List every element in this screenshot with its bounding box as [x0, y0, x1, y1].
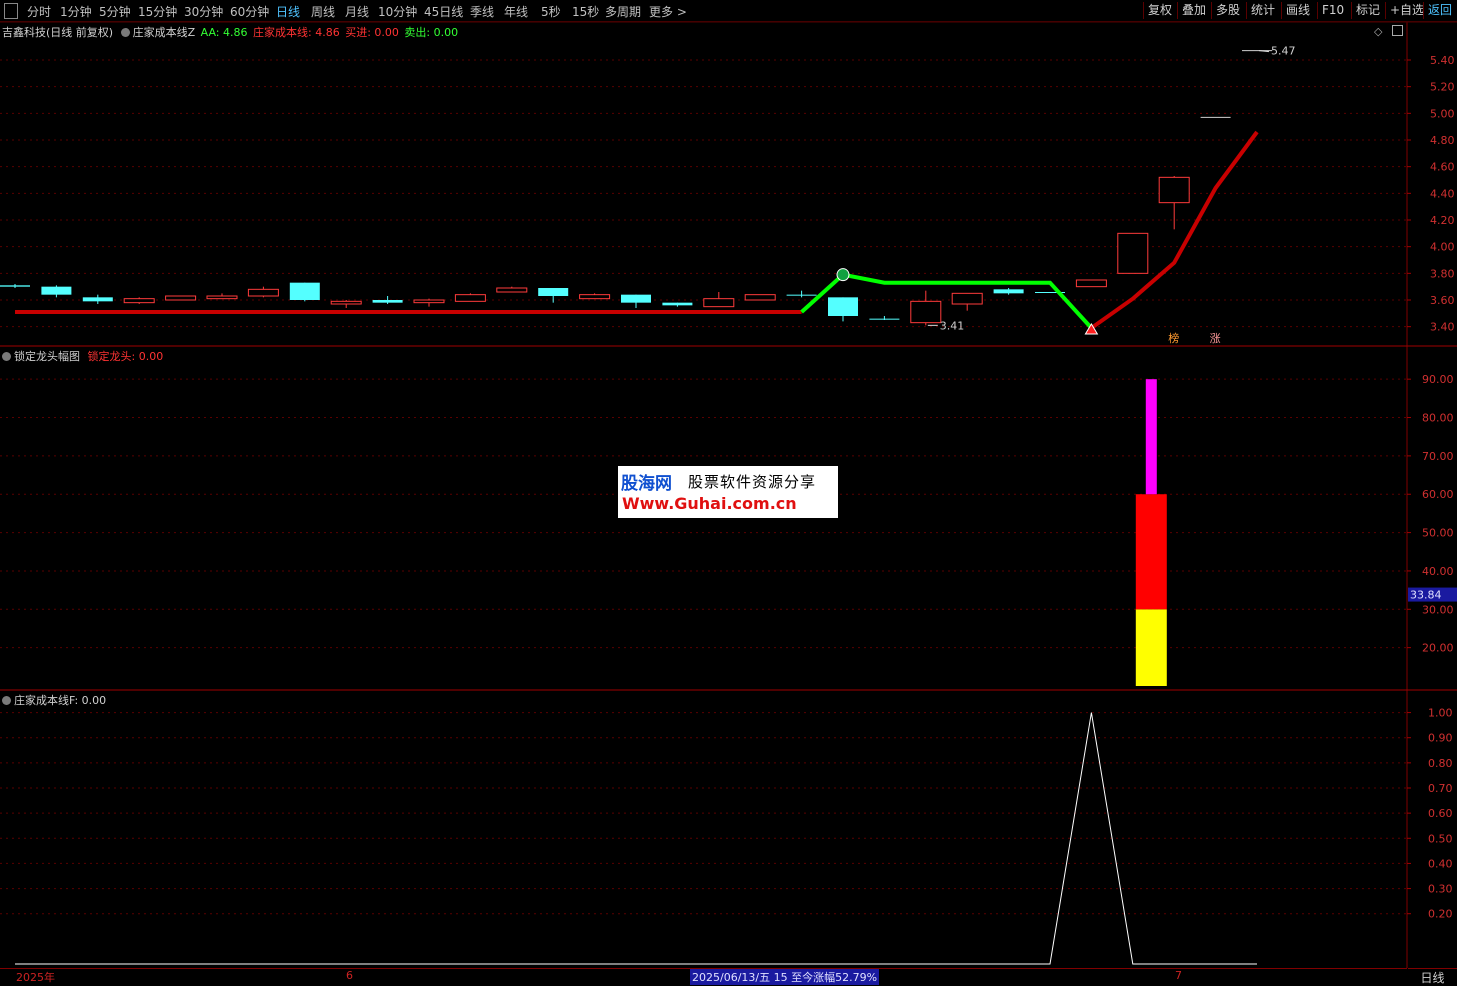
candle-body[interactable]	[206, 295, 238, 300]
lock-bar-segment	[1135, 494, 1167, 610]
lock-bar-segment	[1145, 379, 1157, 495]
y-axis-label: 0.90	[1428, 732, 1453, 745]
candle-body[interactable]	[828, 297, 858, 316]
cost-line-red	[1090, 130, 1259, 330]
y-axis-label: 60.00	[1422, 488, 1454, 501]
sell-signal-icon	[836, 268, 850, 282]
y-axis-label: 0.30	[1428, 883, 1453, 896]
y-axis-label: 1.00	[1428, 707, 1453, 720]
period-indicator[interactable]: 日线	[1408, 968, 1457, 985]
rank-badge[interactable]: 榜	[1168, 331, 1179, 345]
candle-body[interactable]	[538, 288, 569, 296]
candle-body[interactable]	[247, 288, 279, 297]
candle-body[interactable]	[662, 302, 693, 306]
candle-body[interactable]	[372, 300, 403, 303]
y-axis-label: 30.00	[1422, 603, 1454, 616]
candle-body[interactable]	[1117, 232, 1149, 274]
candle-body[interactable]	[454, 294, 486, 302]
candle-body[interactable]	[869, 318, 900, 320]
y-axis-label: 4.80	[1430, 134, 1455, 147]
lock-bar-segment	[1135, 609, 1167, 686]
selected-date-info: 2025/06/13/五 15 至今涨幅52.79%	[690, 969, 880, 985]
y-axis-label: 5.00	[1430, 107, 1455, 120]
low-price-label: 3.41	[940, 319, 965, 332]
y-axis-label: 40.00	[1422, 565, 1454, 578]
y-axis-label: 4.00	[1430, 241, 1455, 254]
y-axis-label: 4.20	[1430, 214, 1455, 227]
high-price-label: 5.47	[1271, 45, 1296, 58]
y-axis-label: 4.60	[1430, 161, 1455, 174]
y-axis-label: 0.80	[1428, 757, 1453, 770]
y-axis-label: 3.80	[1430, 267, 1455, 280]
candle-body[interactable]	[41, 286, 72, 295]
y-axis-label: 80.00	[1422, 412, 1454, 425]
y-axis-label: 0.60	[1428, 807, 1453, 820]
watermark: 股海网 股票软件资源分享 Www.Guhai.com.cn	[618, 466, 838, 518]
y-axis-label: 3.40	[1430, 321, 1455, 334]
candle-body[interactable]	[1158, 176, 1190, 204]
candle-body[interactable]	[951, 292, 983, 305]
candle-body[interactable]	[0, 285, 30, 287]
candle-body[interactable]	[330, 300, 362, 305]
candle-body[interactable]	[413, 299, 445, 304]
y-axis-label: 4.40	[1430, 187, 1455, 200]
candle-body[interactable]	[579, 294, 611, 300]
y-axis-label: 3.60	[1430, 294, 1455, 307]
candle-body[interactable]	[289, 282, 320, 300]
candle-body[interactable]	[786, 294, 817, 296]
y-axis-label: 90.00	[1422, 373, 1454, 386]
candle-body[interactable]	[496, 287, 528, 293]
y-axis-label: 70.00	[1422, 450, 1454, 463]
limit-up-badge[interactable]: 涨	[1210, 332, 1221, 345]
candle-body[interactable]	[621, 294, 651, 303]
date-axis: 2025年 6 2025/06/13/五 15 至今涨幅52.79% 7	[0, 968, 1407, 985]
candle-body[interactable]	[165, 295, 197, 301]
candle-body[interactable]	[1075, 279, 1107, 288]
candle-body[interactable]	[703, 298, 735, 308]
y-axis-label: 5.20	[1430, 81, 1455, 94]
candle-body[interactable]	[744, 294, 776, 301]
candle-body[interactable]	[993, 289, 1024, 294]
y-axis-label: 0.40	[1428, 857, 1453, 870]
candle-body[interactable]	[123, 298, 155, 304]
candle-body[interactable]	[910, 300, 942, 324]
month-label: 7	[1175, 969, 1182, 982]
year-label: 2025年	[16, 971, 55, 984]
month-label: 6	[346, 969, 353, 982]
y-axis-label: 0.50	[1428, 832, 1453, 845]
candle-body[interactable]	[82, 297, 113, 302]
y-axis-label: 20.00	[1422, 642, 1454, 655]
current-value-label: 33.84	[1410, 589, 1442, 602]
y-axis-label: 0.70	[1428, 782, 1453, 795]
watermark-slogan: 股票软件资源分享	[688, 473, 817, 491]
watermark-url: Www.Guhai.com.cn	[622, 494, 797, 513]
y-axis-label: 5.40	[1430, 54, 1455, 67]
y-axis-label: 50.00	[1422, 527, 1454, 540]
watermark-logo: 股海网	[621, 474, 672, 494]
y-axis-label: 0.20	[1428, 908, 1453, 921]
